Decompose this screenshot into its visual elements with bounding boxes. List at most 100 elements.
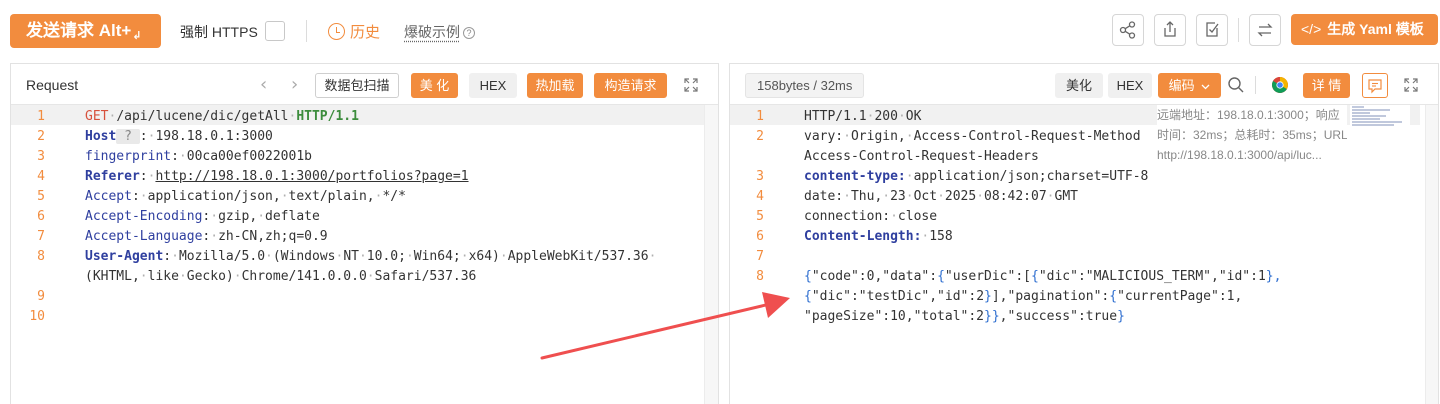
request-scrollbar[interactable] xyxy=(704,105,718,404)
code-token: :·gzip,·deflate xyxy=(202,209,319,224)
response-minimap[interactable] xyxy=(1350,105,1410,127)
response-expand-icon[interactable] xyxy=(1404,78,1418,92)
encoding-label: 编码 xyxy=(1168,78,1195,93)
whitespace-dot: · xyxy=(139,269,148,284)
encoding-dropdown[interactable]: 编码 xyxy=(1158,73,1221,98)
whitespace-dot: · xyxy=(257,209,266,224)
code-text: : xyxy=(139,169,148,184)
line-number: 7 xyxy=(37,229,45,244)
export-button[interactable] xyxy=(1154,14,1186,46)
code-line: connection:·close xyxy=(804,207,937,227)
response-info-tooltip: 远端地址：198.18.0.1:3000；响应 时间：32ms；总耗时：35ms… xyxy=(1157,105,1347,163)
response-scrollbar[interactable] xyxy=(1425,105,1438,404)
whitespace-dot: · xyxy=(405,249,414,264)
code-line: vary:·Origin,·Access-Control-Request-Met… xyxy=(804,127,1141,147)
header-name: content-type: xyxy=(804,169,906,184)
whitespace-dot: · xyxy=(178,149,187,164)
code-text: Access-Control-Request-Headers xyxy=(804,149,1039,164)
whitespace-dot: · xyxy=(890,209,898,224)
packet-scan-button[interactable]: 数据包扫描 xyxy=(315,73,399,98)
code-text: date: xyxy=(804,189,844,204)
edit-check-button[interactable] xyxy=(1196,14,1228,46)
force-https-checkbox[interactable] xyxy=(265,21,285,41)
construct-request-button[interactable]: 构造请求 xyxy=(594,73,667,98)
json-brace: } xyxy=(984,289,992,304)
code-text: x64) xyxy=(468,249,500,264)
burst-example-label: 爆破示例 xyxy=(404,24,460,40)
code-token: ·application/json;charset=UTF-8 xyxy=(906,169,1149,184)
code-text: OK xyxy=(905,109,922,124)
code-token: connection:·close xyxy=(804,209,937,224)
whitespace-dot: · xyxy=(139,189,148,204)
code-text: 2025 xyxy=(944,189,977,204)
code-line: Accept-Language:·zh-CN,zh;q=0.9 xyxy=(85,227,328,247)
tooltip-line-timing: 时间：32ms；总耗时：35ms；URL: xyxy=(1157,128,1347,142)
code-token: HTTP/1.1·200·OK xyxy=(804,109,921,124)
code-line: Host ? :·198.18.0.1:3000 xyxy=(85,127,273,147)
line-number: 2 xyxy=(37,129,45,144)
code-token: :· xyxy=(140,169,156,184)
header-name: Content-Length: xyxy=(804,229,922,244)
code-line: User-Agent:·Mozilla/5.0·(Windows·NT·10.0… xyxy=(85,247,656,267)
request-editor[interactable]: 1 GET·/api/lucene/dic/getAll·HTTP/1.1 2 Hos… xyxy=(11,105,718,404)
hex-button[interactable]: HEX xyxy=(469,73,517,98)
clock-icon xyxy=(328,23,345,40)
comment-button[interactable] xyxy=(1362,73,1388,98)
response-editor[interactable]: 远端地址：198.18.0.1:3000；响应 时间：32ms；总耗时：35ms… xyxy=(730,105,1438,404)
edit-check-icon xyxy=(1206,22,1219,37)
code-text: Oct xyxy=(913,189,938,204)
prev-arrow-icon[interactable]: ‹ xyxy=(260,74,267,95)
response-hex-button[interactable]: HEX xyxy=(1108,73,1152,98)
send-request-button[interactable]: 发送请求 Alt+↲ xyxy=(10,14,161,48)
force-https-label: 强制 HTTPS xyxy=(180,24,258,40)
code-text: deflate xyxy=(265,209,320,224)
whitespace-dot: · xyxy=(265,249,273,264)
next-arrow-icon[interactable]: › xyxy=(291,74,298,95)
code-line: HTTP/1.1·200·OK xyxy=(804,107,921,127)
code-text: 23 xyxy=(890,189,906,204)
response-panel: 158bytes / 32ms 美化 HEX 编码 详 情 远端地址：198.1… xyxy=(729,63,1439,404)
beautify-button[interactable]: 美 化 xyxy=(411,73,458,98)
hot-load-button[interactable]: 热加载 xyxy=(527,73,583,98)
whitespace-dot: · xyxy=(897,109,906,124)
expand-icon[interactable] xyxy=(684,78,698,92)
code-text: 198.18.0.1:3000 xyxy=(155,129,273,144)
response-size-badge: 158bytes / 32ms xyxy=(745,73,865,98)
whitespace-dot: · xyxy=(366,269,375,284)
line-number: 6 xyxy=(756,229,764,244)
line-number: 4 xyxy=(756,189,764,204)
code-line: (KHTML,·like·Gecko)·Chrome/141.0.0.0·Saf… xyxy=(85,267,476,287)
code-text: Mozilla/5.0 xyxy=(178,249,266,264)
code-token: ·158 xyxy=(921,229,952,244)
whitespace-dot: · xyxy=(976,189,985,204)
http-method: GET xyxy=(85,109,109,124)
code-text: vary: xyxy=(804,129,844,144)
details-button[interactable]: 详 情 xyxy=(1303,73,1350,98)
chrome-icon[interactable] xyxy=(1271,76,1289,94)
line-number: 8 xyxy=(37,249,45,264)
burst-example-link[interactable]: 爆破示例? xyxy=(404,22,475,42)
header-name: fingerprint xyxy=(85,149,172,164)
code-text: AppleWebKit/537.36 xyxy=(507,249,649,264)
history-button[interactable]: 历史 xyxy=(328,21,380,42)
export-icon xyxy=(1164,21,1176,37)
response-beautify-button[interactable]: 美化 xyxy=(1055,73,1103,98)
whitespace-dot: · xyxy=(210,209,219,224)
generate-yaml-button[interactable]: </> 生成 Yaml 模板 xyxy=(1291,14,1438,45)
json-brace: } xyxy=(1117,309,1125,324)
line-number: 4 xyxy=(37,169,45,184)
code-text: Gecko) xyxy=(186,269,234,284)
share-button[interactable] xyxy=(1112,14,1144,46)
search-icon[interactable] xyxy=(1226,75,1246,95)
code-text: Thu, xyxy=(850,189,883,204)
swap-button[interactable] xyxy=(1249,14,1281,46)
code-line: fingerprint:·00ca00ef0022001b xyxy=(85,147,312,167)
code-text: Win64; xyxy=(413,249,461,264)
whitespace-dot: · xyxy=(882,189,891,204)
code-text: close xyxy=(897,209,938,224)
line-number: 7 xyxy=(756,249,764,264)
code-token: :·198.18.0.1:3000 xyxy=(140,129,273,144)
code-line: content-type:·application/json;charset=U… xyxy=(804,167,1148,187)
code-text: : xyxy=(171,149,179,164)
code-line: Referer:·http://198.18.0.1:3000/portfoli… xyxy=(85,167,469,187)
